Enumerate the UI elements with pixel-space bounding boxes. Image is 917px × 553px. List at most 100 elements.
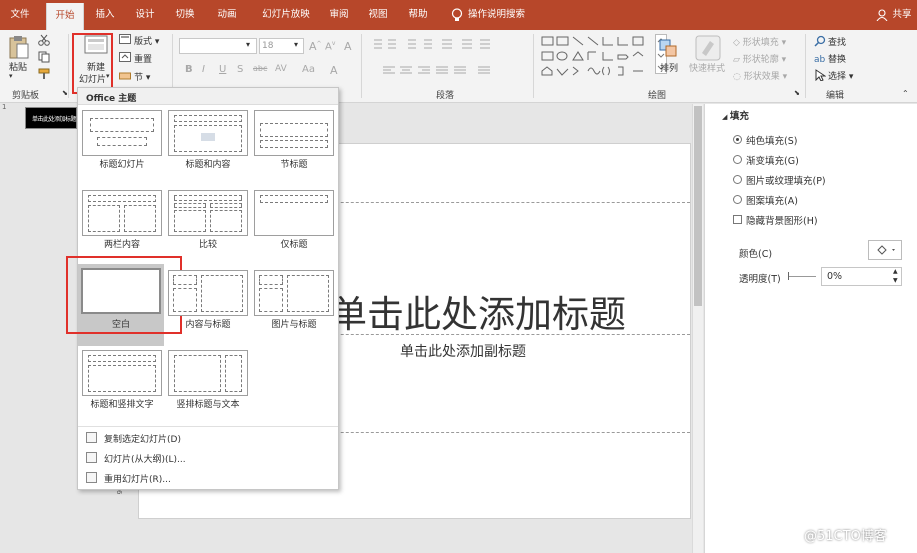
layout-title-vertical-text[interactable] — [82, 350, 162, 396]
strikethrough-icon[interactable]: abc — [253, 64, 267, 73]
duplicate-slide-icon — [86, 432, 97, 443]
spin-down-icon[interactable]: ▼ — [893, 277, 898, 284]
tab-file[interactable]: 文件 — [0, 0, 40, 30]
reuse-slides-icon — [86, 472, 97, 483]
color-label: 颜色(C) — [739, 249, 773, 260]
section-icon — [119, 72, 131, 80]
reset-button[interactable]: 重置 — [134, 52, 152, 65]
tell-me-search[interactable]: 操作说明搜索 — [468, 0, 538, 30]
replace-button[interactable]: 替换 — [828, 52, 846, 65]
paste-dropdown-icon[interactable]: ▾ — [9, 72, 13, 80]
grow-font-icon[interactable]: A^ — [309, 40, 322, 53]
change-case-icon[interactable]: Aa — [302, 64, 315, 75]
theme-name: Office 主题 — [86, 94, 137, 104]
layout-button[interactable]: 版式 ▾ — [134, 34, 159, 47]
placeholder — [88, 365, 156, 392]
italic-icon[interactable]: I — [202, 64, 205, 75]
solid-fill-radio[interactable] — [733, 135, 742, 144]
tab-design[interactable]: 设计 — [128, 0, 162, 30]
bold-icon[interactable]: B — [185, 64, 193, 75]
scrollbar-thumb[interactable] — [694, 106, 702, 306]
font-color-icon[interactable]: A — [330, 64, 338, 77]
spin-up-icon[interactable]: ▲ — [893, 268, 898, 275]
alignment-row-icon[interactable] — [382, 66, 522, 76]
layout-title-only[interactable] — [254, 190, 334, 236]
shape-outline-button[interactable]: ▱ 形状轮廓 ▾ — [733, 52, 786, 65]
hide-background-checkbox[interactable] — [733, 215, 742, 224]
find-button[interactable]: 查找 — [828, 35, 846, 48]
layout-icon — [119, 34, 131, 44]
layout-vertical-title-text[interactable] — [168, 350, 248, 396]
section-button[interactable]: 节 ▾ — [134, 70, 150, 83]
quick-styles-button[interactable]: 快速样式 — [689, 61, 725, 74]
menu-slides-from-outline[interactable]: 幻灯片(从大纲)(L)... — [104, 452, 186, 465]
fill-expand-icon: ◢ — [722, 113, 730, 121]
layout-two-content[interactable] — [82, 190, 162, 236]
shape-gallery[interactable] — [540, 35, 652, 81]
collapse-ribbon-icon[interactable]: ⌃ — [902, 89, 909, 98]
layout-comparison[interactable] — [168, 190, 248, 236]
transparency-slider-track[interactable] — [789, 276, 816, 277]
picture-fill-label: 图片或纹理填充(P) — [746, 176, 826, 187]
font-name-dropdown-icon[interactable]: ▾ — [246, 40, 250, 49]
separator — [68, 34, 69, 98]
layout-section-header[interactable] — [254, 110, 334, 156]
layout-title-content[interactable] — [168, 110, 248, 156]
pattern-fill-radio[interactable] — [733, 195, 742, 204]
transparency-input[interactable]: 0% ▲ ▼ — [821, 267, 902, 286]
share-button[interactable]: 共享 — [889, 0, 915, 30]
layout-name: 图片与标题 — [271, 320, 317, 330]
copy-icon[interactable] — [38, 51, 52, 63]
shrink-font-icon[interactable]: Av — [325, 40, 335, 52]
clear-format-icon[interactable]: A — [344, 40, 352, 53]
ribbon-tab-bar: 文件 开始 插入 设计 切换 动画 幻灯片放映 审阅 视图 帮助 操作说明搜索 … — [0, 0, 917, 30]
placeholder — [88, 195, 156, 202]
group-editing-label: 编辑 — [826, 91, 845, 101]
subtitle-placeholder[interactable]: 单击此处添加副标题 — [400, 341, 526, 361]
gradient-fill-radio[interactable] — [733, 155, 742, 164]
title-placeholder[interactable]: 单击此处添加标题 — [330, 284, 626, 338]
shape-effects-button[interactable]: ◌ 形状效果 ▾ — [733, 69, 787, 82]
layout-name: 标题和内容 — [185, 160, 231, 170]
tab-transitions[interactable]: 切换 — [168, 0, 202, 30]
color-picker-button[interactable] — [868, 240, 902, 260]
menu-reuse-slides[interactable]: 重用幻灯片(R)... — [104, 472, 171, 485]
layout-name: 标题幻灯片 — [99, 160, 145, 170]
fill-section-header[interactable]: ◢ 填充 — [722, 108, 749, 122]
layout-picture-caption[interactable] — [254, 270, 334, 316]
transparency-label: 透明度(T) — [739, 274, 781, 285]
new-slide-button[interactable] — [72, 33, 113, 94]
tab-home[interactable]: 开始 — [46, 3, 84, 30]
tab-insert[interactable]: 插入 — [88, 0, 122, 30]
shape-fill-button[interactable]: ◇ 形状填充 ▾ — [733, 35, 786, 48]
tab-review[interactable]: 审阅 — [322, 0, 356, 30]
paragraph-top-row-icon[interactable] — [372, 38, 527, 50]
cut-icon[interactable] — [38, 34, 50, 46]
menu-divider — [78, 426, 338, 427]
tab-animations[interactable]: 动画 — [210, 0, 244, 30]
layout-name: 竖排标题与文本 — [176, 400, 240, 410]
menu-duplicate-slide[interactable]: 复制选定幻灯片(D) — [104, 432, 181, 445]
placeholder — [90, 118, 154, 132]
replace-icon: ab — [814, 55, 826, 64]
format-painter-icon[interactable] — [38, 68, 52, 80]
shadow-icon[interactable]: S — [237, 64, 243, 75]
arrange-icon — [659, 39, 677, 57]
layout-content-caption[interactable] — [168, 270, 248, 316]
slide-thumbnail[interactable]: 单击此处添加标题 — [25, 107, 77, 129]
select-button[interactable]: 选择 ▾ — [828, 69, 853, 82]
picture-fill-radio[interactable] — [733, 175, 742, 184]
clipboard-launcher-icon[interactable]: ⬊ — [62, 89, 68, 97]
tab-view[interactable]: 视图 — [361, 0, 395, 30]
char-spacing-icon[interactable]: AV — [275, 64, 287, 74]
arrange-button[interactable]: 排列 — [660, 61, 678, 74]
quick-styles-icon — [695, 35, 721, 61]
underline-icon[interactable]: U — [219, 64, 226, 75]
layout-title-slide[interactable] — [82, 110, 162, 156]
font-size-dropdown-icon[interactable]: ▾ — [294, 40, 298, 49]
placeholder — [259, 288, 283, 312]
placeholder — [287, 275, 329, 312]
drawing-launcher-icon[interactable]: ⬊ — [794, 89, 800, 97]
tab-help[interactable]: 帮助 — [401, 0, 435, 30]
tab-slideshow[interactable]: 幻灯片放映 — [253, 0, 319, 30]
